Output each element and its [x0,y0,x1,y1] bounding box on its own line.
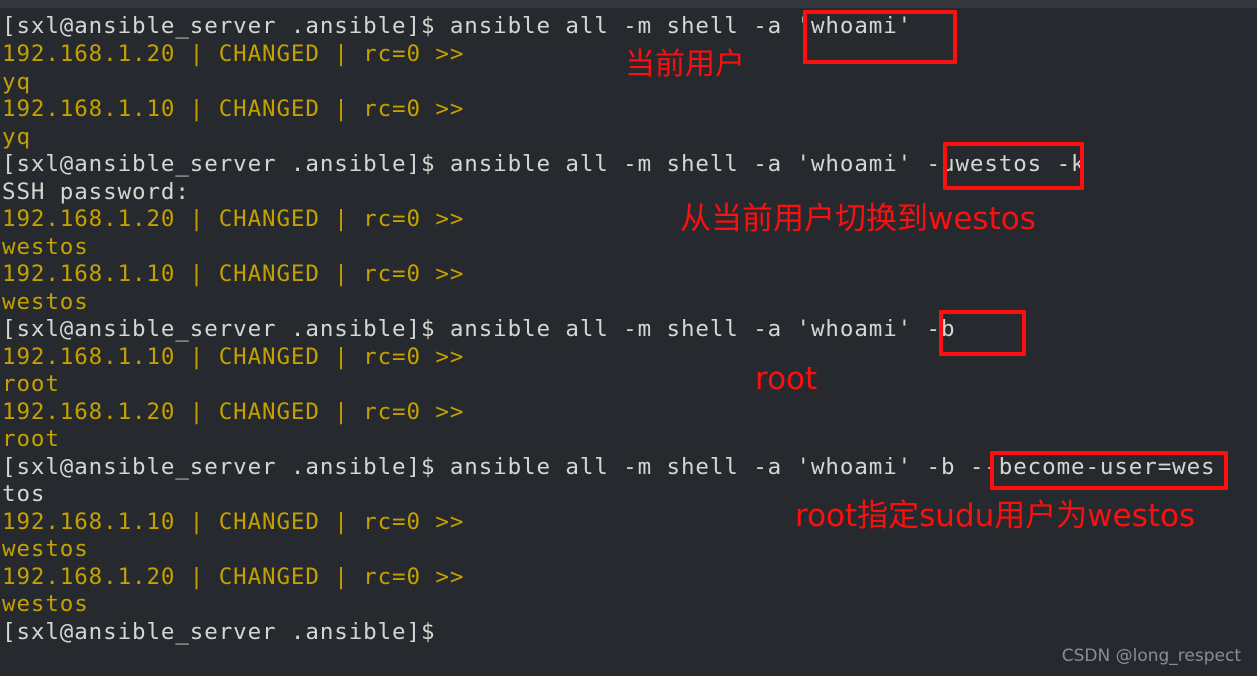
terminal-output-line: 192.168.1.10 | CHANGED | rc=0 >> [2,261,465,287]
terminal-output-line: 192.168.1.10 | CHANGED | rc=0 >> [2,344,465,370]
become-flag-highlight-box [939,310,1026,356]
terminal-output-line: westos [2,234,89,260]
uwestos-highlight-box [943,142,1084,190]
terminal-command-line: [sxl@ansible_server .ansible]$ ansible a… [2,13,913,39]
terminal-output-line: tos [2,481,46,507]
terminal-output-line: 192.168.1.20 | CHANGED | rc=0 >> [2,206,465,232]
terminal-output-line: root [2,426,60,452]
label-current-user: 当前用户 [625,47,745,82]
terminal-output-line: 192.168.1.10 | CHANGED | rc=0 >> [2,96,465,122]
terminal-output-line: westos [2,536,89,562]
become-user-highlight-box [990,451,1228,490]
terminal-command-line: [sxl@ansible_server .ansible]$ ansible a… [2,316,956,342]
label-switch-to-westos: 从当前用户切换到westos [680,201,1036,237]
csdn-watermark: CSDN @long_respect [1061,646,1241,666]
terminal-command-line: [sxl@ansible_server .ansible]$ ansible a… [2,151,1086,177]
terminal-output-line: 192.168.1.20 | CHANGED | rc=0 >> [2,41,465,67]
window-chrome-strip [0,0,1257,8]
terminal-command-line: [sxl@ansible_server .ansible]$ [2,619,436,645]
terminal-output-line: 192.168.1.10 | CHANGED | rc=0 >> [2,509,465,535]
terminal-output-line: root [2,371,60,397]
terminal-output-line: 192.168.1.20 | CHANGED | rc=0 >> [2,399,465,425]
terminal-output-line: yq [2,124,31,150]
terminal-screenshot: [sxl@ansible_server .ansible]$ ansible a… [0,0,1257,676]
label-root: root [755,361,818,397]
label-root-sudo-westos: root指定sudu用户为westos [795,498,1196,534]
whoami-highlight-box [803,10,957,64]
terminal-output-area[interactable]: [sxl@ansible_server .ansible]$ ansible a… [0,8,1257,676]
terminal-output-line: SSH password: [2,179,190,205]
terminal-output-line: westos [2,289,89,315]
terminal-output-line: westos [2,591,89,617]
terminal-output-line: yq [2,69,31,95]
terminal-output-line: 192.168.1.20 | CHANGED | rc=0 >> [2,564,465,590]
